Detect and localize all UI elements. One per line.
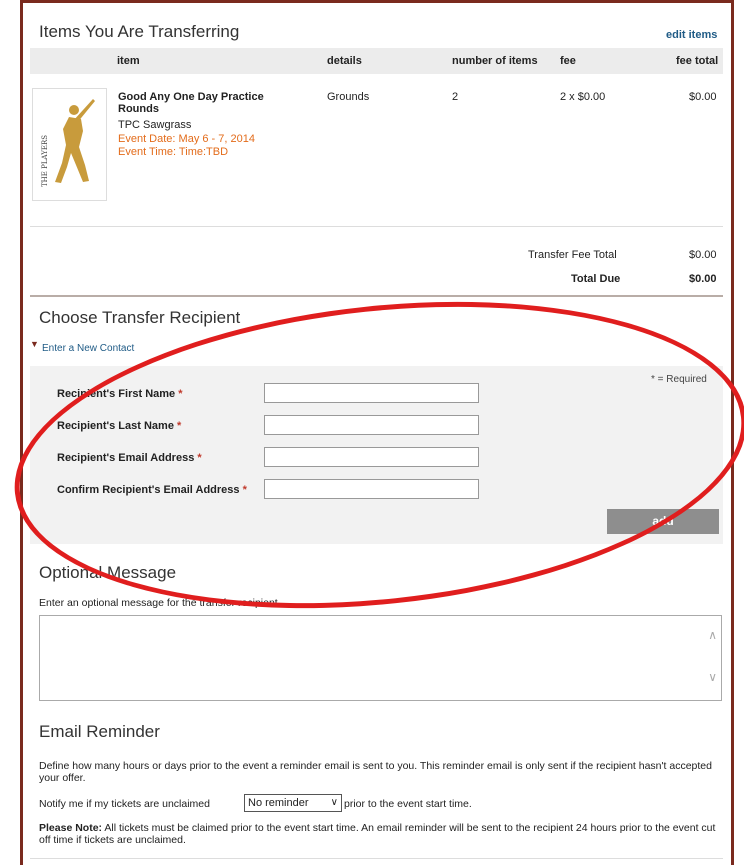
col-item: item xyxy=(117,55,140,67)
recipient-section-title: Choose Transfer Recipient xyxy=(39,308,241,327)
chevron-down-icon[interactable]: ∨ xyxy=(708,670,717,684)
required-note: * = Required xyxy=(651,374,707,385)
notify-suffix: prior to the event start time. xyxy=(344,798,472,810)
item-details: Grounds xyxy=(327,91,370,103)
last-name-label: Recipient's Last Name * xyxy=(57,420,182,432)
item-event-date: Event Date: May 6 - 7, 2014 xyxy=(118,133,255,145)
transfer-fee-total-label: Transfer Fee Total xyxy=(528,249,617,261)
col-fee-total: fee total xyxy=(676,55,719,67)
total-due-label: Total Due xyxy=(571,273,621,285)
transfer-fee-total-value: $0.00 xyxy=(689,249,717,261)
players-logo-icon: THE PLAYERS xyxy=(41,99,95,187)
frame-top xyxy=(20,0,734,3)
col-number-of-items: number of items xyxy=(452,55,538,67)
col-fee: fee xyxy=(560,55,576,67)
email-input[interactable] xyxy=(264,447,479,467)
first-name-input[interactable] xyxy=(264,383,479,403)
reminder-description: Define how many hours or days prior to t… xyxy=(39,760,712,784)
item-event-time: Event Time: Time:TBD xyxy=(118,146,229,158)
divider xyxy=(30,226,723,227)
frame-right-border xyxy=(731,0,734,865)
reminder-note: Please Note: All tickets must be claimed… xyxy=(39,822,716,846)
chevron-down-icon: ∨ xyxy=(330,797,338,808)
triangle-down-icon[interactable]: ▼ xyxy=(30,339,39,349)
item-venue: TPC Sawgrass xyxy=(118,119,192,131)
frame-left-border xyxy=(20,0,23,865)
message-section-title: Optional Message xyxy=(39,563,177,582)
confirm-email-input[interactable] xyxy=(264,479,479,499)
first-name-label: Recipient's First Name * xyxy=(57,388,183,400)
total-due-value: $0.00 xyxy=(689,273,717,285)
enter-new-contact-toggle[interactable]: Enter a New Contact xyxy=(42,343,134,354)
item-quantity: 2 xyxy=(452,91,459,103)
event-thumbnail: THE PLAYERS xyxy=(32,88,107,201)
col-details: details xyxy=(327,55,362,67)
notify-prefix: Notify me if my tickets are unclaimed xyxy=(39,798,210,810)
reminder-section-title: Email Reminder xyxy=(39,722,160,741)
section-divider xyxy=(30,295,723,297)
confirm-email-label: Confirm Recipient's Email Address * xyxy=(57,484,247,496)
chevron-up-icon[interactable]: ∧ xyxy=(708,628,717,642)
bottom-divider xyxy=(30,858,723,859)
item-fee-total: $0.00 xyxy=(689,91,717,103)
items-table-header: item details number of items fee fee tot… xyxy=(30,48,723,74)
reminder-select-value: No reminder xyxy=(248,797,309,809)
last-name-input[interactable] xyxy=(264,415,479,435)
email-label: Recipient's Email Address * xyxy=(57,452,202,464)
message-instruction: Enter an optional message for the transf… xyxy=(39,597,281,609)
add-button[interactable]: add xyxy=(607,509,719,534)
thumb-logo-text: THE PLAYERS xyxy=(41,135,49,187)
message-textarea[interactable]: ∧ ∨ xyxy=(39,615,722,701)
edit-items-link[interactable]: edit items xyxy=(666,29,717,41)
item-fee: 2 x $0.00 xyxy=(560,91,606,103)
transfer-section-title: Items You Are Transferring xyxy=(39,22,240,41)
reminder-select[interactable]: No reminder ∨ xyxy=(244,794,342,812)
item-name: Good Any One Day Practice Rounds xyxy=(118,91,264,115)
